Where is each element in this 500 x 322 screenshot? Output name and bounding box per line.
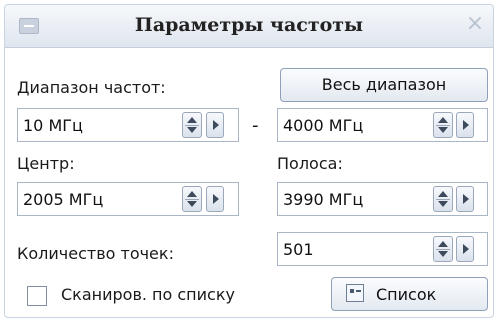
stepper-up-icon[interactable] <box>438 117 448 123</box>
band-spinbox <box>277 182 488 216</box>
center-input[interactable] <box>18 183 168 215</box>
points-apply-arrow-icon[interactable] <box>456 236 474 262</box>
stepper-up-icon[interactable] <box>187 191 197 197</box>
band-stepper[interactable] <box>433 186 453 212</box>
range-start-spinbox <box>17 108 239 142</box>
range-start-apply-arrow-icon[interactable] <box>206 112 224 138</box>
stepper-up-icon[interactable] <box>187 117 197 123</box>
band-apply-arrow-icon[interactable] <box>456 186 474 212</box>
stepper-divider <box>185 125 199 126</box>
stepper-down-icon[interactable] <box>187 201 197 207</box>
window-title: Параметры частоты <box>134 14 364 36</box>
points-input[interactable] <box>278 233 418 265</box>
stepper-up-icon[interactable] <box>438 191 448 197</box>
stepper-divider <box>185 199 199 200</box>
center-apply-arrow-icon[interactable] <box>206 186 224 212</box>
center-stepper[interactable] <box>182 186 202 212</box>
stepper-divider <box>436 125 450 126</box>
points-stepper[interactable] <box>433 236 453 262</box>
title-bar[interactable]: Параметры частоты × <box>5 5 493 48</box>
points-spinbox <box>277 232 488 266</box>
close-icon[interactable]: × <box>465 13 485 35</box>
center-label: Центр: <box>17 154 75 173</box>
center-spinbox <box>17 182 239 216</box>
range-end-stepper[interactable] <box>433 112 453 138</box>
stepper-up-icon[interactable] <box>438 241 448 247</box>
list-icon <box>346 284 364 302</box>
list-button[interactable]: Список <box>331 277 488 311</box>
stepper-divider <box>436 199 450 200</box>
stepper-down-icon[interactable] <box>438 127 448 133</box>
points-label: Количество точек: <box>17 244 174 263</box>
frequency-parameters-window: Параметры частоты × Диапазон частот: Вес… <box>4 4 494 318</box>
band-label: Полоса: <box>277 154 343 173</box>
stepper-down-icon[interactable] <box>438 251 448 257</box>
list-button-label: Список <box>376 285 437 304</box>
range-end-apply-arrow-icon[interactable] <box>456 112 474 138</box>
range-label: Диапазон частот: <box>17 78 166 97</box>
range-start-input[interactable] <box>18 109 168 141</box>
range-end-spinbox <box>277 108 488 142</box>
band-input[interactable] <box>278 183 418 215</box>
range-end-input[interactable] <box>278 109 418 141</box>
stepper-down-icon[interactable] <box>187 127 197 133</box>
range-separator: - <box>252 115 259 136</box>
stepper-down-icon[interactable] <box>438 201 448 207</box>
scan-list-checkbox[interactable] <box>27 286 47 306</box>
stepper-divider <box>436 249 450 250</box>
range-start-stepper[interactable] <box>182 112 202 138</box>
scan-list-label[interactable]: Сканиров. по списку <box>61 285 235 304</box>
full-range-button[interactable]: Весь диапазон <box>280 68 488 102</box>
